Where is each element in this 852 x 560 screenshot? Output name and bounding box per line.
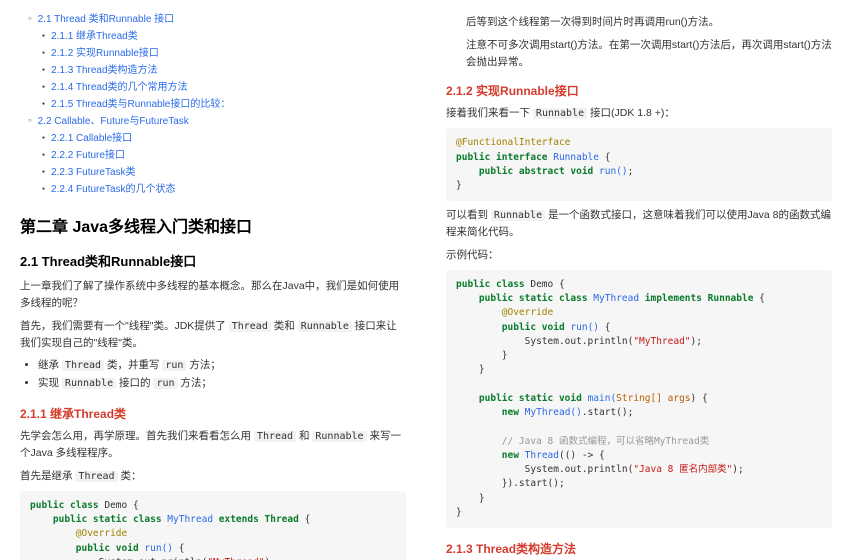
paragraph: 首先，我们需要有一个"线程"类。JDK提供了 Thread 类和 Runnabl… xyxy=(20,318,406,352)
toc-item: 2.2.4 FutureTask的几个状态 xyxy=(42,180,406,195)
table-of-contents: 2.1 Thread 类和Runnable 接口 2.1.1 继承Thread类… xyxy=(20,10,406,195)
toc-link-2-1-1[interactable]: 2.1.1 继承Thread类 xyxy=(51,31,138,42)
toc-item: 2.1.4 Thread类的几个常用方法 xyxy=(42,78,406,93)
toc-link-2-1-4[interactable]: 2.1.4 Thread类的几个常用方法 xyxy=(51,82,188,93)
toc-link-2-1-3[interactable]: 2.1.3 Thread类构造方法 xyxy=(51,65,158,76)
toc-item: 2.2.2 Future接口 xyxy=(42,146,406,161)
right-column: 后等到这个线程第一次得到时间片时再调用run()方法。 注意不可多次调用star… xyxy=(426,0,852,560)
toc-item: 2.1.5 Thread类与Runnable接口的比较： xyxy=(42,95,406,110)
section-2-1-heading: 2.1 Thread类和Runnable接口 xyxy=(20,251,406,270)
toc-link-2-2-3[interactable]: 2.2.3 FutureTask类 xyxy=(51,167,135,178)
toc-item: 2.2 Callable、Future与FutureTask 2.2.1 Cal… xyxy=(28,112,406,195)
code-inline: Runnable xyxy=(298,321,352,332)
paragraph: 先学会怎么用，再学原理。首先我们来看看怎么用 Thread 和 Runnable… xyxy=(20,428,406,462)
code-block-demo-thread: public class Demo { public static class … xyxy=(20,491,406,560)
toc-link-2-2-2[interactable]: 2.2.2 Future接口 xyxy=(51,150,125,161)
list-item: 继承 Thread 类，并重写 run 方法； xyxy=(38,357,406,375)
toc-item: 2.2.1 Callable接口 xyxy=(42,129,406,144)
paragraph: 可以看到 Runnable 是一个函数式接口，这意味着我们可以使用Java 8的… xyxy=(446,207,832,241)
code-block-demo-runnable: public class Demo { public static class … xyxy=(446,270,832,528)
bullet-list: 继承 Thread 类，并重写 run 方法； 实现 Runnable 接口的 … xyxy=(20,357,406,393)
toc-item: 2.2.3 FutureTask类 xyxy=(42,163,406,178)
code-inline: Thread xyxy=(229,321,271,332)
toc-item: 2.1 Thread 类和Runnable 接口 2.1.1 继承Thread类… xyxy=(28,10,406,110)
section-2-1-2-heading: 2.1.2 实现Runnable接口 xyxy=(446,82,832,99)
paragraph: 示例代码： xyxy=(446,247,832,264)
toc-link-2-2[interactable]: 2.2 Callable、Future与FutureTask xyxy=(38,116,189,127)
paragraph: 上一章我们了解了操作系统中多线程的基本概念。那么在Java中，我们是如何使用多线… xyxy=(20,278,406,312)
toc-link-2-1[interactable]: 2.1 Thread 类和Runnable 接口 xyxy=(38,14,175,25)
toc-link-2-2-4[interactable]: 2.2.4 FutureTask的几个状态 xyxy=(51,184,175,195)
code-block-runnable-interface: @FunctionalInterface public interface Ru… xyxy=(446,128,832,201)
paragraph: 后等到这个线程第一次得到时间片时再调用run()方法。 xyxy=(466,14,832,31)
toc-link-2-1-2[interactable]: 2.1.2 实现Runnable接口 xyxy=(51,48,159,59)
toc-link-2-2-1[interactable]: 2.2.1 Callable接口 xyxy=(51,133,132,144)
toc-item: 2.1.3 Thread类构造方法 xyxy=(42,61,406,76)
list-item: 实现 Runnable 接口的 run 方法； xyxy=(38,375,406,393)
left-column: 2.1 Thread 类和Runnable 接口 2.1.1 继承Thread类… xyxy=(0,0,426,560)
toc-link-2-1-5[interactable]: 2.1.5 Thread类与Runnable接口的比较： xyxy=(51,99,230,110)
section-2-1-1-heading: 2.1.1 继承Thread类 xyxy=(20,405,406,422)
paragraph: 注意不可多次调用start()方法。在第一次调用start()方法后，再次调用s… xyxy=(466,37,832,71)
paragraph: 接着我们来看一下 Runnable 接口(JDK 1.8 +)： xyxy=(446,105,832,122)
paragraph: 首先是继承 Thread 类： xyxy=(20,468,406,485)
toc-item: 2.1.1 继承Thread类 xyxy=(42,27,406,42)
section-2-1-3-heading: 2.1.3 Thread类构造方法 xyxy=(446,540,832,557)
chapter-title: 第二章 Java多线程入门类和接口 xyxy=(20,213,406,237)
toc-item: 2.1.2 实现Runnable接口 xyxy=(42,44,406,59)
